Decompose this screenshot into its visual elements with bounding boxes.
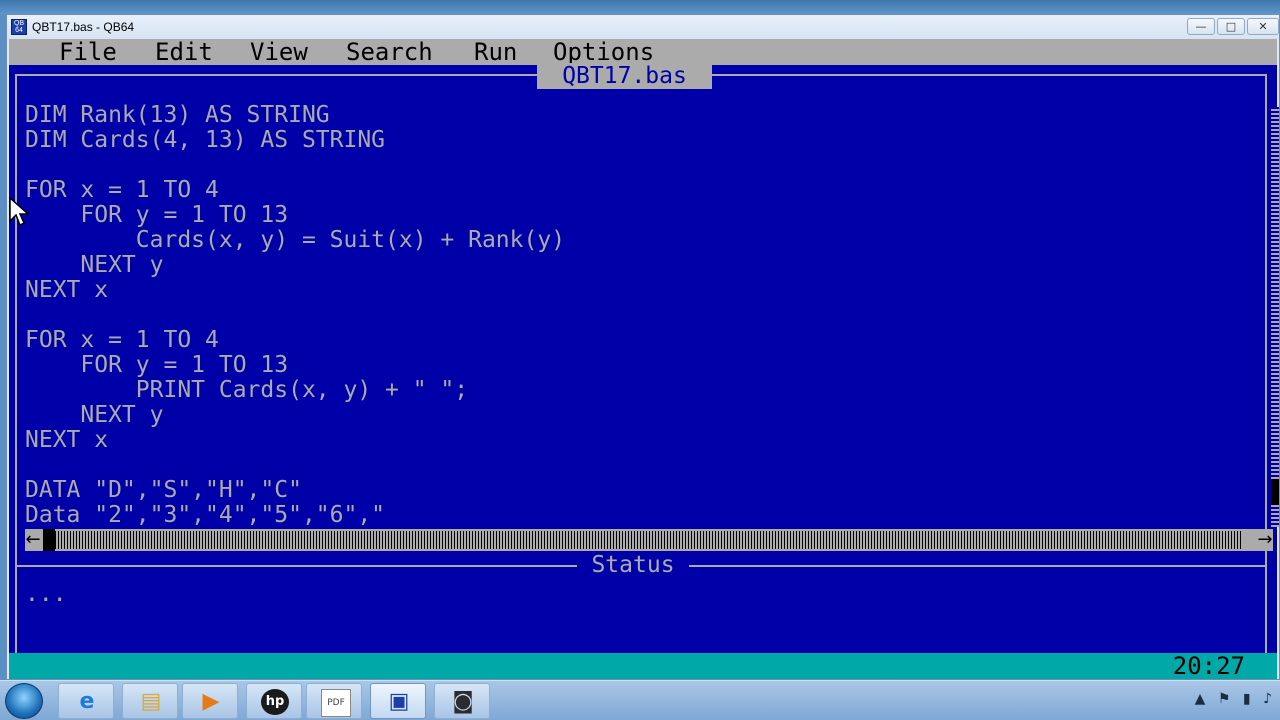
window-title: QBT17.bas - QB64 — [32, 20, 135, 34]
code-line[interactable]: DIM Cards(4, 13) AS STRING — [25, 128, 385, 153]
status-text: ... — [25, 581, 67, 607]
vertical-scroll-thumb[interactable] — [1271, 479, 1279, 505]
taskbar: e ▤ ▶ hp PDF ▣ ◙ ▲ ⚑ ▮ ♪ — [0, 680, 1280, 720]
hp-icon: hp — [261, 689, 289, 715]
start-button[interactable] — [5, 683, 43, 719]
taskbar-item-qb64[interactable]: ▣ — [370, 683, 426, 719]
mouse-pointer-icon — [9, 197, 29, 227]
horizontal-scrollbar[interactable]: ← → — [25, 529, 1273, 551]
taskbar-item[interactable]: ▤ — [122, 683, 178, 719]
file-explorer-icon: ▤ — [140, 689, 162, 714]
menu-edit[interactable]: Edit — [155, 39, 213, 65]
qb64-icon: ▣ — [388, 689, 410, 714]
taskbar-item[interactable]: PDF — [306, 683, 362, 719]
qb64-window: QB 64 QBT17.bas - QB64 — □ ✕ File Edit V… — [6, 14, 1280, 680]
scroll-right-arrow-icon[interactable]: → — [1257, 529, 1273, 551]
code-line[interactable]: NEXT y — [25, 253, 163, 278]
close-button[interactable]: ✕ — [1247, 18, 1279, 35]
position-bar: 20:27 — [9, 653, 1277, 679]
code-line[interactable]: FOR x = 1 TO 4 — [25, 178, 219, 203]
menu-search[interactable]: Search — [346, 39, 433, 65]
code-line[interactable]: PRINT Cards(x, y) + " "; — [25, 378, 468, 403]
menu-run[interactable]: Run — [474, 39, 517, 65]
maximize-button[interactable]: □ — [1217, 18, 1245, 35]
vertical-scrollbar[interactable] — [1271, 107, 1279, 527]
status-title: Status — [577, 552, 689, 578]
taskbar-item[interactable]: hp — [246, 683, 302, 719]
cursor-position: 20:27 — [1172, 652, 1245, 680]
desktop-background — [0, 0, 1280, 14]
camera-icon: ◙ — [452, 689, 474, 714]
menu-bar: File Edit View Search Run Options — [9, 39, 1277, 65]
taskbar-item[interactable]: e — [58, 683, 114, 719]
taskbar-item[interactable]: ◙ — [434, 683, 490, 719]
qb64-app-icon[interactable]: QB 64 — [11, 19, 27, 35]
title-bar[interactable]: QB 64 QBT17.bas - QB64 — □ ✕ — [7, 15, 1279, 39]
media-player-icon: ▶ — [202, 689, 220, 714]
code-line[interactable]: NEXT y — [25, 403, 163, 428]
code-line[interactable]: NEXT x — [25, 278, 108, 303]
action-center-flag-icon[interactable]: ⚑ — [1218, 691, 1231, 707]
pdf-document-icon: PDF — [321, 689, 351, 717]
code-line[interactable]: Data "2","3","4","5","6"," — [25, 503, 385, 528]
code-line[interactable]: DATA "D","S","H","C" — [25, 478, 302, 503]
internet-explorer-icon: e — [79, 689, 95, 714]
horizontal-scroll-track[interactable] — [55, 531, 1241, 549]
menu-view[interactable]: View — [250, 39, 308, 65]
code-line[interactable]: DIM Rank(13) AS STRING — [25, 103, 330, 128]
scroll-left-arrow-icon[interactable]: ← — [25, 529, 41, 551]
show-hidden-icons-icon[interactable]: ▲ — [1195, 691, 1206, 707]
qb64-screen: File Edit View Search Run Options QBT17.… — [9, 39, 1279, 679]
menu-file[interactable]: File — [59, 39, 117, 65]
minimize-button[interactable]: — — [1187, 18, 1215, 35]
volume-icon[interactable]: ♪ — [1263, 691, 1272, 707]
taskbar-item[interactable]: ▶ — [182, 683, 238, 719]
editor-filename: QBT17.bas — [537, 63, 712, 89]
menu-options[interactable]: Options — [553, 39, 654, 65]
code-line[interactable]: FOR y = 1 TO 13 — [25, 353, 288, 378]
system-tray: ▲ ⚑ ▮ ♪ — [1187, 691, 1272, 707]
code-line[interactable]: FOR x = 1 TO 4 — [25, 328, 219, 353]
code-line[interactable]: Cards(x, y) = Suit(x) + Rank(y) — [25, 228, 565, 253]
network-icon[interactable]: ▮ — [1243, 691, 1251, 707]
horizontal-scroll-thumb[interactable] — [43, 529, 55, 551]
code-line[interactable]: FOR y = 1 TO 13 — [25, 203, 288, 228]
code-line[interactable]: NEXT x — [25, 428, 108, 453]
